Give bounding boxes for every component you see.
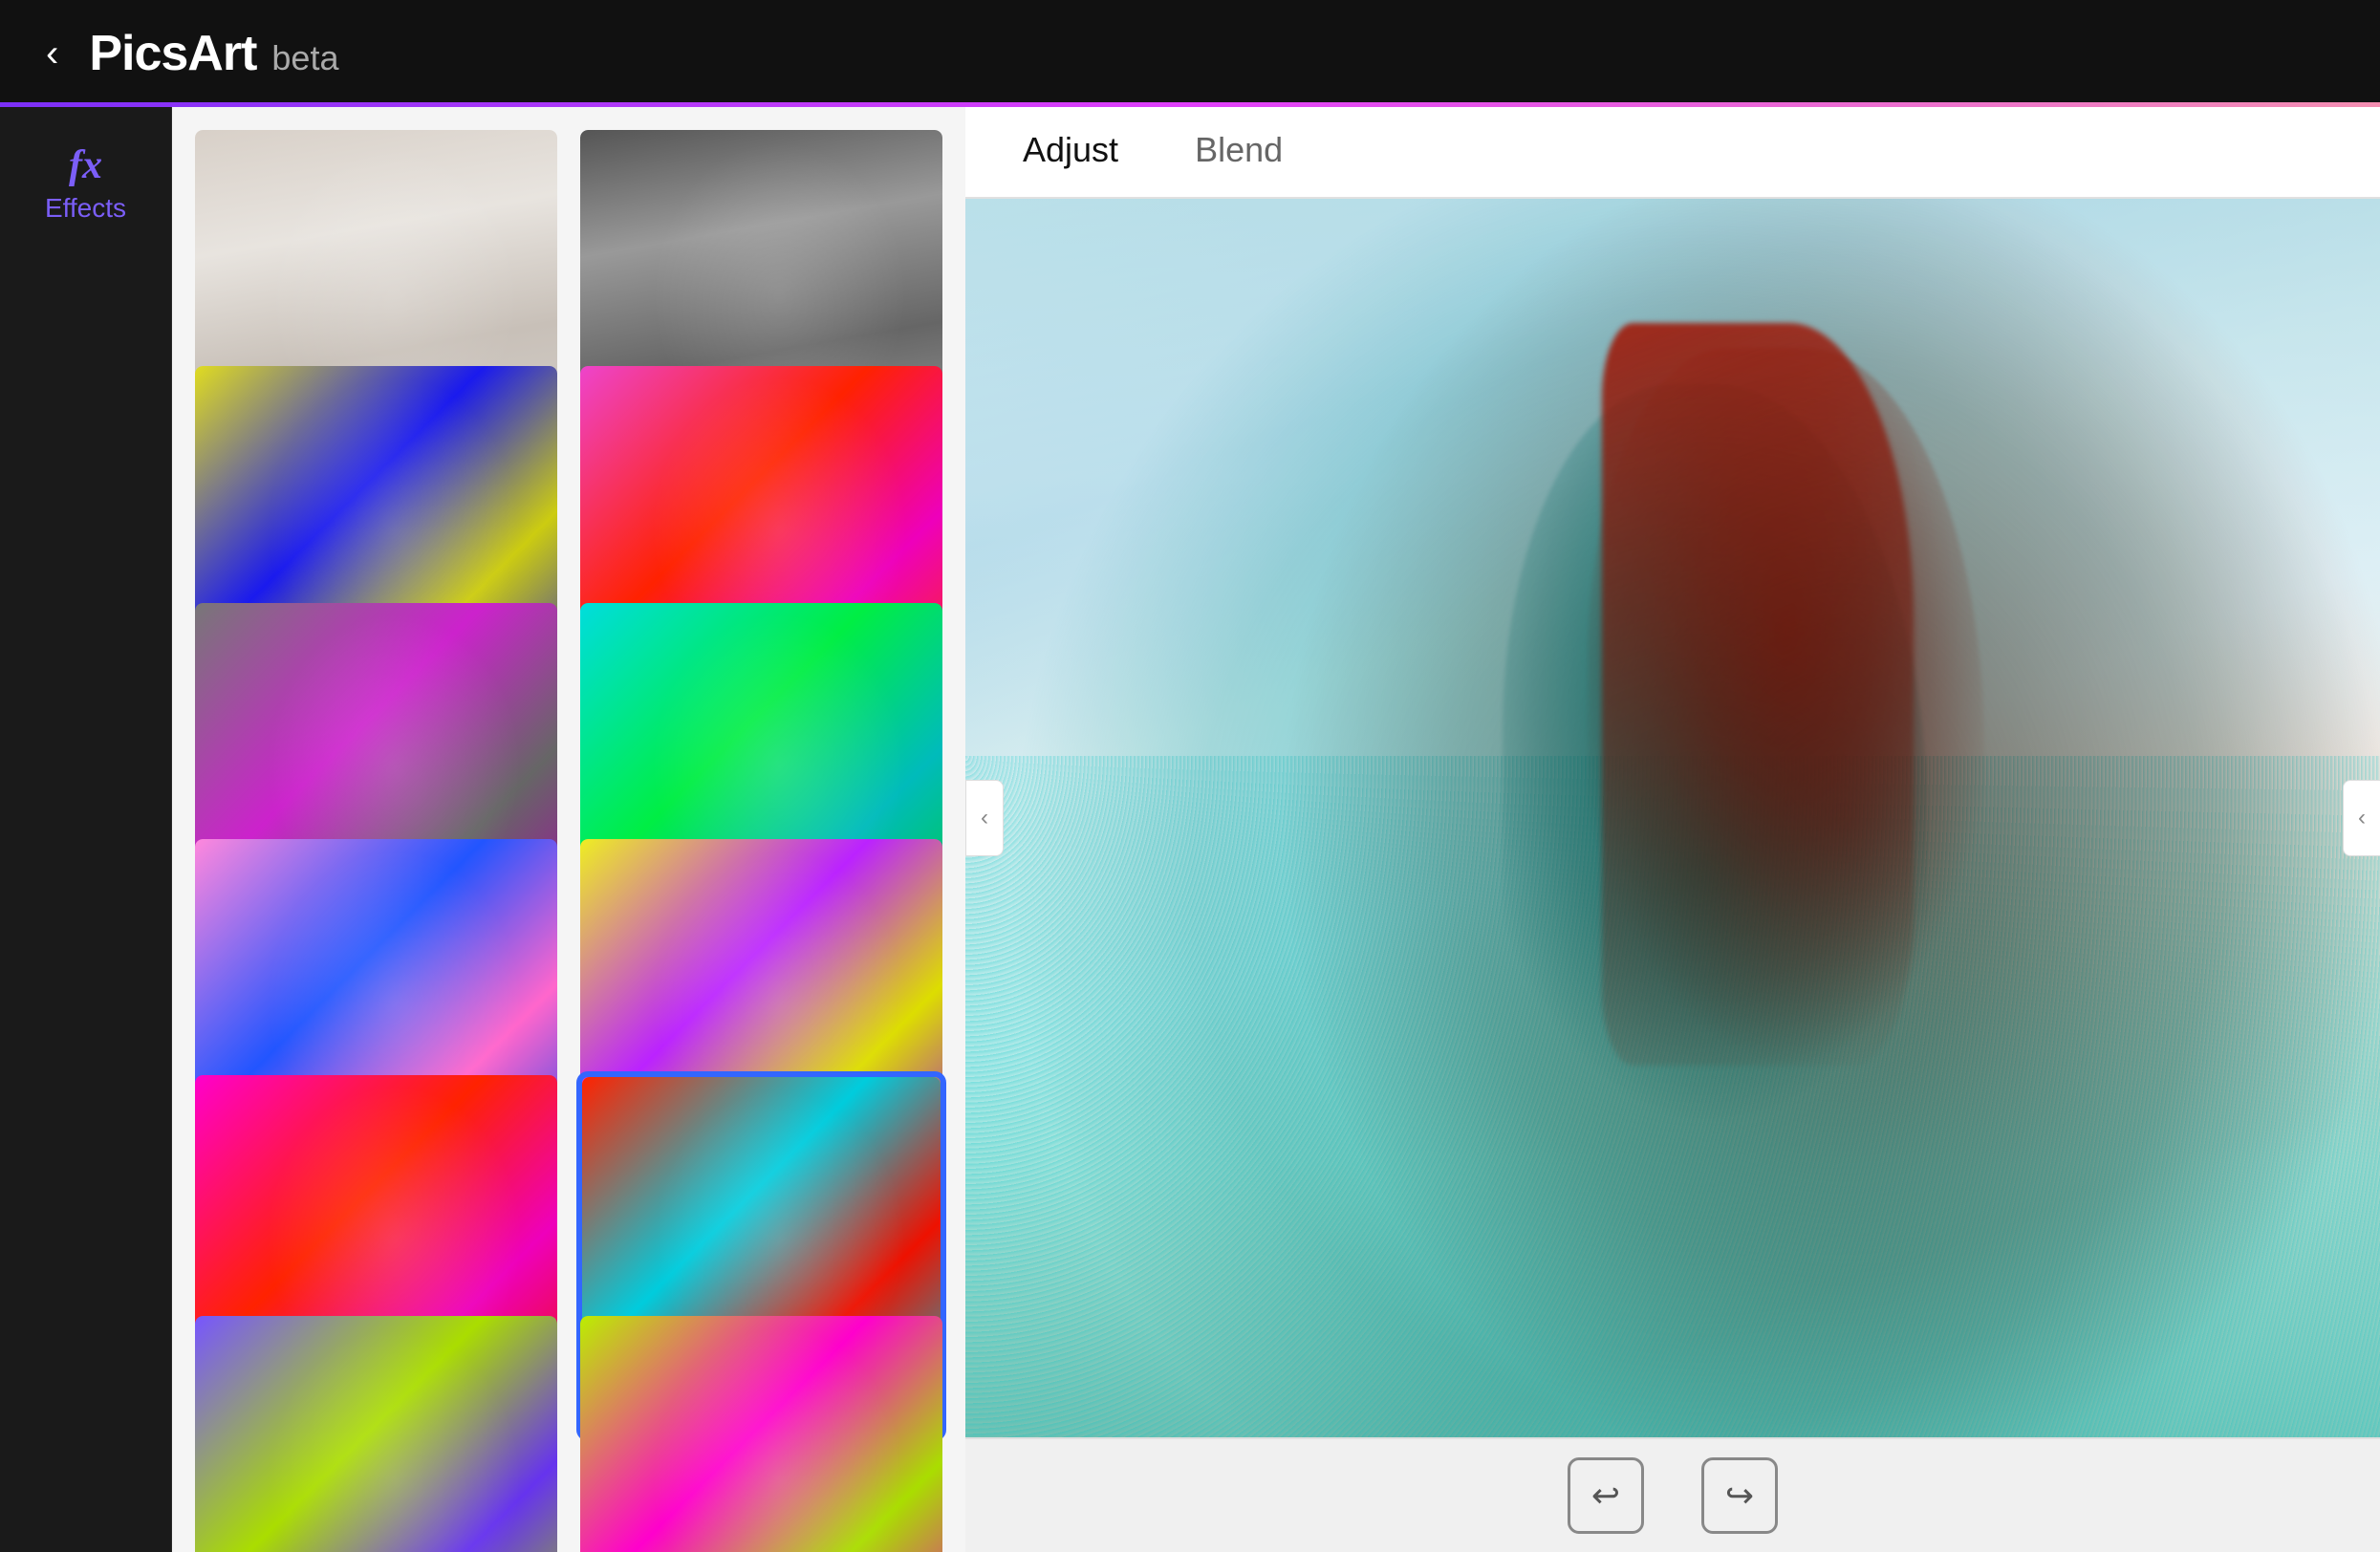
preview-image [965,199,2380,1437]
back-button[interactable]: ‹ [46,34,58,73]
main-area: fx Effects [0,107,2380,1552]
preview-area: ‹ ‹ [965,199,2380,1437]
undo-button[interactable]: ↩ [1568,1457,1644,1534]
undo-icon: ↩ [1591,1476,1620,1516]
thumbnails-panel [172,107,965,1552]
layer-red [965,199,2380,1437]
app-badge: beta [271,38,338,78]
tab-blend[interactable]: Blend [1195,130,1283,174]
collapse-left-icon: ‹ [981,805,988,831]
thumbnail-purple-lime[interactable] [191,1312,561,1552]
collapse-left-button[interactable]: ‹ [965,780,1004,856]
fx-icon: fx [69,145,102,185]
redo-icon: ↪ [1725,1476,1754,1516]
logo: PicsArt beta [89,25,338,82]
effects-label: Effects [45,193,126,224]
app-name: PicsArt [89,25,256,82]
header: ‹ PicsArt beta [0,0,2380,107]
collapse-right-button[interactable]: ‹ [2343,780,2380,856]
thumbnail-lime-magenta[interactable] [576,1312,946,1552]
tab-adjust[interactable]: Adjust [1023,130,1118,174]
content-area: Adjust Blend ‹ [965,107,2380,1552]
redo-button[interactable]: ↪ [1701,1457,1778,1534]
tabs-bar: Adjust Blend [965,107,2380,199]
collapse-right-icon: ‹ [2358,805,2366,831]
bottom-controls: ↩ ↪ [965,1437,2380,1552]
sidebar: fx Effects [0,107,172,1552]
